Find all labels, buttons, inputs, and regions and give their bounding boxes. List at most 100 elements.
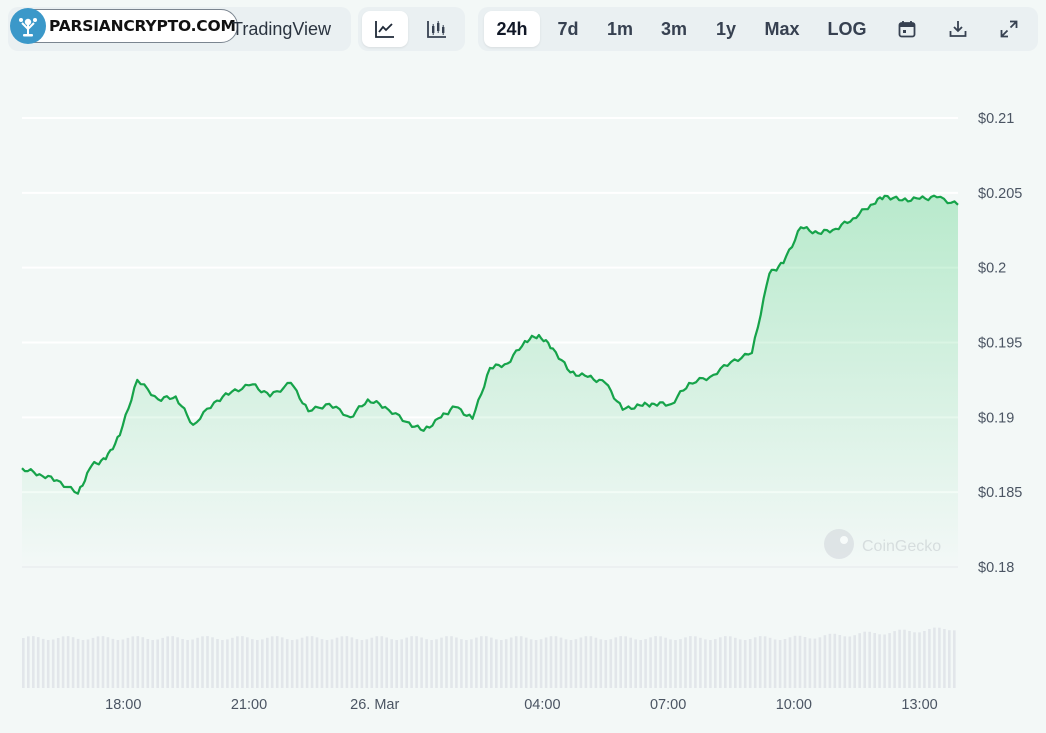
volume-bar — [176, 637, 179, 688]
volume-bar — [335, 637, 339, 688]
brand-watermark: PARSIANCRYPTO.COM — [10, 8, 238, 44]
volume-bar — [908, 631, 911, 688]
volume-bar — [275, 636, 279, 688]
volume-bar — [241, 636, 244, 688]
volume-bar — [798, 635, 802, 688]
volume-bar — [450, 636, 453, 688]
volume-bar — [684, 637, 687, 688]
range-24h-button[interactable]: 24h — [484, 11, 540, 47]
volume-bar — [475, 637, 478, 688]
volume-bar — [375, 636, 379, 688]
volume-bar — [270, 636, 274, 688]
volume-bar — [290, 640, 294, 688]
volume-bar — [236, 636, 239, 688]
volume-bar — [191, 639, 194, 688]
range-1y-button[interactable]: 1y — [703, 11, 749, 47]
y-tick-label: $0.205 — [978, 186, 1022, 202]
volume-bar — [365, 639, 369, 688]
volume-bar — [514, 636, 518, 688]
range-1m-button[interactable]: 1m — [595, 11, 645, 47]
volume-bar — [783, 639, 787, 688]
volume-bar — [410, 636, 413, 688]
volume-bar — [136, 636, 140, 688]
range-max-button[interactable]: Max — [754, 11, 810, 47]
volume-bar — [285, 639, 289, 688]
volume-bar — [350, 637, 354, 688]
volume-bar — [246, 637, 249, 688]
volume-bar — [395, 640, 398, 688]
volume-bar — [221, 640, 224, 688]
download-icon — [949, 21, 967, 37]
volume-bar — [27, 636, 30, 688]
download-button[interactable] — [935, 11, 981, 47]
volume-bar — [554, 636, 558, 688]
tradingview-tab[interactable]: TradingView — [232, 19, 331, 40]
range-7d-button[interactable]: 7d — [542, 11, 594, 47]
volume-bar — [32, 636, 35, 688]
volume-bar — [938, 627, 941, 688]
calendar-button[interactable] — [884, 11, 930, 47]
volume-bar — [579, 637, 583, 688]
volume-bar — [320, 639, 324, 688]
chart-toolbar: PARSIANCRYPTO.COM TradingView 24h 7d 1m … — [0, 0, 1046, 58]
volume-bar — [594, 637, 598, 688]
volume-bar — [480, 636, 483, 688]
volume-bar — [753, 637, 757, 688]
volume-bar — [818, 637, 822, 688]
volume-bar — [106, 637, 110, 688]
volume-bar — [146, 639, 150, 688]
price-chart[interactable]: $0.21 $0.205 $0.2 $0.195 $0.19 $0.185 $0.18 18… — [0, 58, 1046, 728]
volume-bar — [405, 637, 408, 688]
volume-bar — [813, 638, 817, 688]
chart-type-group — [358, 7, 465, 51]
volume-bar — [888, 633, 891, 688]
volume-bar — [793, 635, 797, 688]
volume-bar — [61, 636, 65, 688]
range-3m-button[interactable]: 3m — [648, 11, 700, 47]
volume-bar — [66, 636, 70, 688]
volume-bar — [201, 636, 204, 688]
volume-bar — [584, 636, 588, 688]
volume-bar — [843, 636, 847, 688]
volume-bar — [161, 637, 164, 688]
volume-bar — [465, 640, 468, 688]
volume-bar — [186, 640, 189, 688]
fullscreen-button[interactable] — [986, 11, 1032, 47]
volume-bar — [425, 639, 428, 688]
volume-bar — [470, 639, 473, 688]
volume-bar — [838, 635, 842, 688]
volume-bar — [490, 637, 493, 688]
volume-bar — [415, 636, 418, 688]
x-tick-label: 10:00 — [776, 697, 812, 713]
volume-bar — [768, 637, 772, 688]
volume-bar — [828, 633, 832, 688]
volume-bar — [81, 640, 85, 688]
log-scale-button[interactable]: LOG — [818, 11, 876, 47]
volume-bar — [305, 636, 309, 688]
line-chart-button[interactable] — [362, 11, 408, 47]
volume-bar — [634, 639, 637, 688]
line-chart-icon — [375, 21, 394, 38]
volume-bar — [131, 636, 135, 688]
volume-bar — [923, 631, 926, 688]
volume-bar — [151, 640, 154, 688]
volume-bar — [315, 637, 319, 688]
volume-bar — [679, 639, 682, 688]
watermark-label: CoinGecko — [862, 538, 941, 555]
volume-bar — [848, 636, 852, 688]
volume-bar — [758, 636, 762, 688]
volume-bar — [574, 639, 578, 688]
x-tick-label: 13:00 — [901, 697, 937, 713]
volume-bar — [211, 637, 214, 688]
volume-bar — [400, 639, 403, 688]
volume-bar — [519, 636, 523, 688]
volume-bar — [101, 636, 105, 688]
volume-bar — [743, 640, 747, 688]
volume-bar — [266, 637, 269, 688]
volume-bar — [440, 637, 443, 688]
volume-bar — [251, 639, 254, 688]
volume-bar — [913, 632, 916, 688]
candlestick-chart-button[interactable] — [414, 11, 460, 47]
volume-bar — [694, 636, 697, 688]
volume-bar — [858, 633, 861, 688]
